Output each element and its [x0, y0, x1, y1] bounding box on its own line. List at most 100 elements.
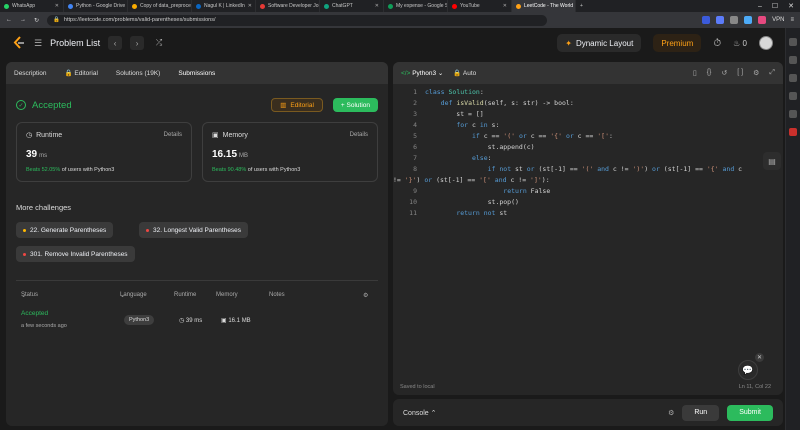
- problem-list-link[interactable]: Problem List: [50, 38, 100, 48]
- browser-tab[interactable]: LeetCode - The World✕: [512, 0, 576, 12]
- difficulty-dot: [23, 252, 26, 256]
- runtime-details-link[interactable]: Details: [164, 132, 182, 138]
- timer-icon[interactable]: ⏱: [713, 38, 721, 49]
- browser-tab[interactable]: Software Developer Jobs i✕: [256, 0, 320, 12]
- browser-tab[interactable]: Nagul K | LinkedIn ✕: [192, 0, 256, 12]
- streak-counter[interactable]: ♨ 0: [733, 39, 747, 48]
- extension-icon[interactable]: [744, 16, 753, 24]
- run-button[interactable]: Run: [682, 404, 720, 421]
- sidebar-app-icon[interactable]: [789, 38, 797, 46]
- result-row: ✓ Accepted ▥ Editorial + Solution: [16, 98, 378, 112]
- browser-tab[interactable]: Copy of data_preprocessin✕: [128, 0, 192, 12]
- expand-icon[interactable]: ⤢: [769, 69, 775, 77]
- close-tab-icon[interactable]: ✕: [248, 3, 252, 9]
- book-icon: ▥: [280, 102, 287, 109]
- premium-button[interactable]: Premium: [653, 34, 702, 52]
- reset-icon[interactable]: ↺: [721, 69, 727, 77]
- code-line: st.append(c): [425, 143, 535, 151]
- chat-assistant-icon[interactable]: 💬: [738, 360, 758, 380]
- memory-details-link[interactable]: Details: [350, 132, 368, 138]
- tab-editorial[interactable]: 🔒 Editorial: [65, 69, 98, 77]
- debug-icon[interactable]: ⚙: [668, 409, 674, 417]
- line-number: 6: [413, 143, 417, 151]
- runtime-beats: Beats 52.05%: [26, 167, 61, 173]
- code-editor-panel: </> Python3 ⌄ 🔒 Auto ▯ {} ↺ [ ] ⚙ ⤢ clas…: [393, 62, 783, 395]
- row-status[interactable]: Accepted: [21, 310, 48, 317]
- saved-status: Saved to local: [400, 384, 435, 390]
- table-row[interactable]: Accepted a few seconds ago Python3 ◷ 39 …: [21, 310, 381, 338]
- shuffle-icon[interactable]: ⤮: [152, 36, 166, 50]
- browser-tab[interactable]: Python - Google Drive✕: [64, 0, 128, 12]
- favicon-icon: [4, 3, 9, 9]
- tab-submissions[interactable]: Submissions: [178, 70, 215, 77]
- code-line: for c in s:: [456, 121, 500, 129]
- avatar[interactable]: [759, 36, 773, 50]
- code-tab[interactable]: </> Python3 ⌄: [401, 69, 443, 77]
- browser-tab[interactable]: YouTube ✕: [448, 0, 512, 12]
- row-time: a few seconds ago: [21, 323, 67, 329]
- leetcode-logo-icon[interactable]: [12, 36, 26, 50]
- line-number: 11: [409, 209, 417, 217]
- settings-gear-icon[interactable]: ⚙: [363, 292, 368, 299]
- sidebar-app-icon[interactable]: [789, 92, 797, 100]
- menu-icon[interactable]: ≡: [790, 17, 794, 23]
- browser-tab-label: ChatGPT: [332, 3, 353, 9]
- sidebar-app-icon[interactable]: [789, 74, 797, 82]
- browser-tab[interactable]: My expense - Google Shee✕: [384, 0, 448, 12]
- submit-button[interactable]: Submit: [727, 404, 773, 421]
- bookmark-icon[interactable]: ▯: [693, 69, 697, 77]
- back-arrow-icon[interactable]: ←: [6, 17, 12, 23]
- close-window-icon[interactable]: ✕: [788, 2, 794, 10]
- braces-icon[interactable]: {}: [707, 69, 712, 77]
- floating-notes-icon[interactable]: ▤: [763, 152, 781, 170]
- challenge-chip[interactable]: 301. Remove Invalid Parentheses: [16, 246, 135, 262]
- close-tab-icon[interactable]: ✕: [55, 3, 59, 9]
- close-tab-icon[interactable]: ✕: [503, 3, 507, 9]
- minimize-icon[interactable]: –: [758, 3, 762, 10]
- sidebar-app-icon[interactable]: [789, 110, 797, 118]
- memory-card[interactable]: ▣ Memory Details 16.15 MB Beats 90.48% of…: [202, 122, 378, 182]
- prev-problem-button[interactable]: ‹: [108, 36, 123, 50]
- reload-icon[interactable]: ↻: [34, 17, 39, 24]
- lock-icon: 🔒: [53, 17, 60, 23]
- line-number: 10: [409, 198, 417, 206]
- url-text: https://leetcode.com/problems/valid-pare…: [63, 17, 216, 23]
- url-bar[interactable]: 🔒 https://leetcode.com/problems/valid-pa…: [47, 14, 548, 26]
- close-tab-icon[interactable]: ✕: [375, 3, 379, 9]
- extension-icon[interactable]: [702, 16, 711, 24]
- forward-arrow-icon[interactable]: →: [20, 17, 26, 23]
- code-area[interactable]: class Solution: def isValid(self, s: str…: [393, 88, 783, 378]
- extension-icon[interactable]: [730, 16, 739, 24]
- challenge-chip[interactable]: 32. Longest Valid Parentheses: [139, 222, 249, 238]
- runtime-card[interactable]: ◷ Runtime Details 39 ms Beats 52.05% of u…: [16, 122, 192, 182]
- new-tab-button[interactable]: +: [576, 0, 590, 12]
- tab-description[interactable]: Description: [14, 70, 47, 77]
- list-icon[interactable]: ☰: [34, 38, 42, 49]
- maximize-icon[interactable]: ☐: [772, 2, 778, 10]
- close-chat-icon[interactable]: ✕: [755, 353, 764, 362]
- challenge-chip[interactable]: 22. Generate Parentheses: [16, 222, 114, 238]
- favicon-icon: [260, 3, 265, 9]
- browser-tab-label: Python - Google Drive: [76, 3, 126, 9]
- sidebar-app-icon[interactable]: [789, 128, 797, 136]
- vpn-label[interactable]: VPN: [772, 17, 784, 23]
- lock-icon: 🔒: [64, 70, 73, 77]
- auto-mode[interactable]: 🔒 Auto: [453, 69, 476, 77]
- extension-icon[interactable]: [716, 16, 725, 24]
- sidebar-app-icon[interactable]: [789, 56, 797, 64]
- editorial-button[interactable]: ▥ Editorial: [271, 98, 323, 112]
- console-toggle[interactable]: Console ⌃: [403, 409, 437, 417]
- browser-tab[interactable]: WhatsApp ✕: [0, 0, 64, 12]
- brackets-icon[interactable]: [ ]: [737, 69, 743, 77]
- header-language[interactable]: Language ⌄: [120, 292, 147, 299]
- extension-icon[interactable]: [758, 16, 767, 24]
- cursor-position: Ln 11, Col 22: [738, 384, 771, 390]
- tab-solutions[interactable]: Solutions (19K): [116, 70, 160, 77]
- next-problem-button[interactable]: ›: [130, 36, 145, 50]
- row-memory: ▣ 16.1 MB: [221, 318, 251, 324]
- header-status[interactable]: Status ⌄: [21, 292, 38, 299]
- settings-icon[interactable]: ⚙: [753, 69, 759, 77]
- dynamic-layout-button[interactable]: ✦ Dynamic Layout: [557, 34, 642, 52]
- browser-tab[interactable]: ChatGPT ✕: [320, 0, 384, 12]
- add-solution-button[interactable]: + Solution: [332, 98, 378, 112]
